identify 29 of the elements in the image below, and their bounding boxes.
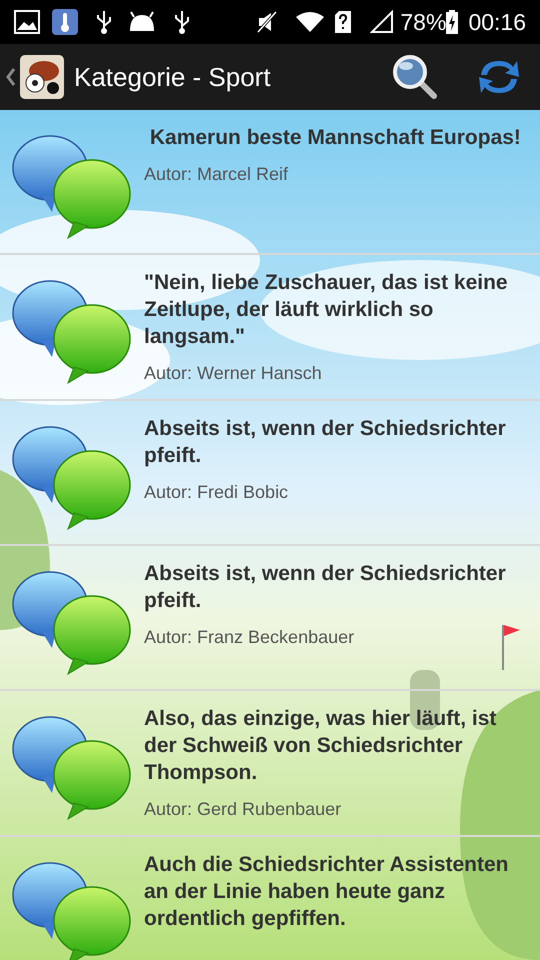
quote-text: Abseits ist, wenn der Schiedsrichter pfeift. bbox=[144, 416, 507, 469]
quote-text: Kamerun beste Mannschaft Europas! bbox=[148, 125, 521, 151]
quote-author: Autor: Fredi Bobic bbox=[144, 481, 288, 504]
clock-time: 00:16 bbox=[468, 10, 526, 34]
sim-card-icon bbox=[334, 10, 352, 34]
back-chevron-icon[interactable] bbox=[6, 67, 16, 87]
screen-title: Kategorie - Sport bbox=[74, 60, 271, 94]
quote-author: Autor: Franz Beckenbauer bbox=[144, 626, 354, 649]
search-button[interactable] bbox=[390, 52, 440, 102]
thermometer-icon bbox=[52, 9, 78, 35]
quote-text: Auch die Schiedsrichter Assistenten an der Linie haben heute ganz ordentlich gepfiffen. bbox=[144, 852, 510, 932]
usb-icon bbox=[94, 9, 114, 35]
image-icon bbox=[14, 10, 40, 34]
quote-author: Autor: Marcel Reif bbox=[144, 163, 288, 186]
search-icon bbox=[392, 54, 438, 100]
quote-text: Also, das einzige, was hier läuft, ist der Schweiß von Schiedsrichter Thompson. bbox=[144, 706, 498, 786]
battery-icon bbox=[446, 10, 458, 34]
android-icon bbox=[128, 11, 156, 33]
quote-text: Abseits ist, wenn der Schiedsrichter pfeift. bbox=[144, 561, 507, 614]
mute-icon bbox=[256, 10, 278, 34]
signal-icon bbox=[370, 10, 394, 34]
golf-flag-drawing bbox=[502, 625, 520, 670]
sports-balls-icon[interactable] bbox=[20, 55, 64, 99]
wifi-icon bbox=[296, 11, 324, 33]
usb-icon bbox=[172, 9, 192, 35]
quote-author: Autor: Werner Hansch bbox=[144, 362, 322, 385]
battery-percent: 78% bbox=[400, 10, 446, 34]
quote-author: Autor: Gerd Rubenbauer bbox=[144, 798, 342, 821]
quote-text: "Nein, liebe Zuschauer, das ist keine Zeitlupe, der läuft wirklich so langsam." bbox=[144, 270, 509, 350]
